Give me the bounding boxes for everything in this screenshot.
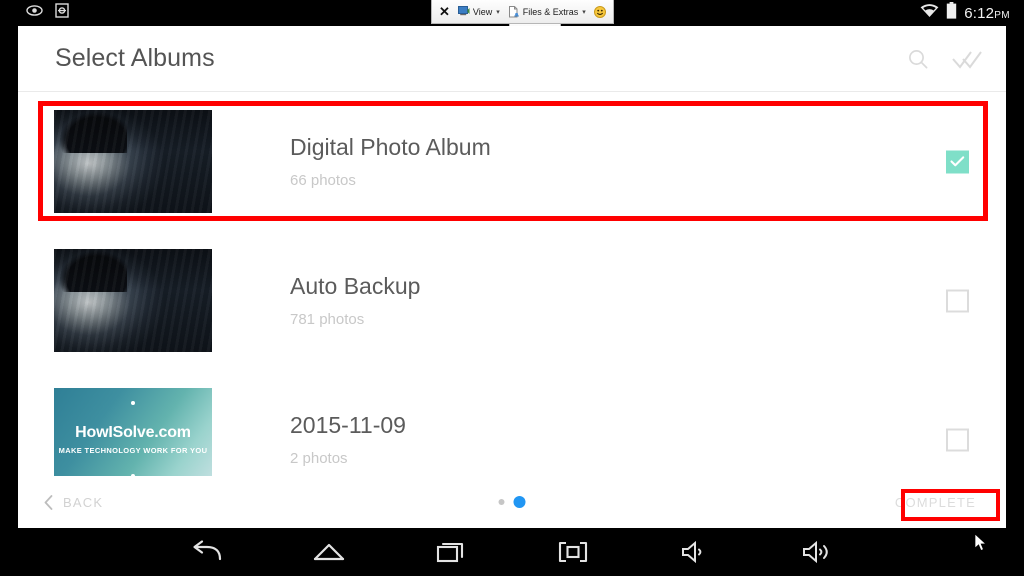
nav-volume-up-icon[interactable]: [756, 528, 878, 576]
page-dot-2-active[interactable]: [513, 496, 526, 508]
album-list: Digital Photo Album 66 photos Auto Backu…: [18, 92, 1006, 509]
banner-sub-text: MAKE TECHNOLOGY WORK FOR YOU: [58, 445, 208, 455]
dark-portrait-thumbnail: [54, 110, 212, 213]
status-bar-right-icons: 6:12PM: [920, 0, 1010, 26]
monitor-icon: [457, 6, 470, 17]
mouse-cursor: [974, 533, 988, 552]
device-screen: 6:12PM ✕ View ▾ Files & Extras ▾ Select …: [0, 0, 1024, 576]
gallery-app-window: Select Albums Digital Photo Album 66 pho…: [18, 26, 1006, 528]
album-photo-count: 66 photos: [290, 172, 356, 190]
nav-back-icon[interactable]: [146, 528, 268, 576]
page-title: Select Albums: [55, 44, 215, 72]
album-text-block: 2015-11-09 2 photos: [290, 412, 406, 468]
back-label: BACK: [63, 494, 104, 510]
album-thumbnail: [54, 249, 212, 352]
album-name: Auto Backup: [290, 272, 421, 299]
wifi-icon: [920, 3, 939, 23]
back-button[interactable]: BACK: [36, 489, 111, 516]
album-photo-count: 2 photos: [290, 450, 348, 468]
nav-home-icon[interactable]: [268, 528, 390, 576]
toolbar-view-label: View: [472, 6, 493, 17]
album-text-block: Auto Backup 781 photos: [290, 273, 420, 329]
album-checkbox-unchecked[interactable]: [946, 289, 969, 312]
screen-share-toolbar[interactable]: ✕ View ▾ Files & Extras ▾: [431, 0, 614, 24]
android-navigation-bar: [0, 528, 1024, 576]
checkbox[interactable]: [946, 289, 969, 312]
album-checkbox-checked[interactable]: [946, 150, 969, 173]
page-indicator-dots: [498, 496, 526, 508]
banner-dot-top: [131, 401, 135, 405]
checkbox[interactable]: [946, 428, 969, 451]
album-thumbnail: [54, 110, 212, 213]
adb-icon: [55, 3, 69, 23]
banner-main-text: HowISolve.com: [75, 423, 191, 441]
album-text-block: Digital Photo Album 66 photos: [290, 134, 491, 190]
album-photo-count: 781 photos: [290, 311, 365, 329]
dark-portrait-thumbnail: [54, 249, 212, 352]
status-bar-left-icons: [26, 0, 69, 26]
clock-time: 6:12: [964, 4, 995, 22]
select-all-icon[interactable]: [952, 48, 982, 70]
page-dot-1[interactable]: [498, 499, 505, 505]
album-name: 2015-11-09: [290, 411, 406, 438]
eye-icon: [26, 4, 43, 22]
search-icon[interactable]: [906, 47, 930, 71]
album-row-auto-backup[interactable]: Auto Backup 781 photos: [18, 231, 1006, 370]
checkbox[interactable]: [946, 150, 969, 173]
nav-volume-down-icon[interactable]: [634, 528, 756, 576]
app-header: Select Albums: [18, 26, 1006, 92]
battery-icon: [946, 2, 957, 24]
nav-recents-icon[interactable]: [390, 528, 512, 576]
toolbar-files-menu[interactable]: Files & Extras ▾: [508, 5, 586, 18]
toolbar-emoji-button[interactable]: [593, 5, 606, 18]
album-row-digital-photo-album[interactable]: Digital Photo Album 66 photos: [18, 92, 1006, 231]
complete-button[interactable]: COMPLETE: [889, 489, 982, 516]
toolbar-files-label: Files & Extras: [522, 6, 579, 17]
toolbar-close-button[interactable]: ✕: [439, 5, 450, 18]
chevron-down-icon: ▾: [582, 8, 586, 16]
header-actions: [906, 26, 982, 92]
chevron-left-icon: [44, 494, 53, 510]
clock-ampm: PM: [994, 9, 1010, 21]
smiley-icon: [593, 5, 606, 18]
nav-fullscreen-icon[interactable]: [512, 528, 634, 576]
close-icon: ✕: [439, 4, 450, 19]
album-name: Digital Photo Album: [290, 133, 491, 160]
status-bar-clock: 6:12PM: [964, 5, 1010, 22]
album-checkbox-unchecked[interactable]: [946, 428, 969, 451]
files-icon: [508, 5, 520, 18]
app-footer: BACK COMPLETE: [18, 476, 1006, 528]
chevron-down-icon: ▾: [496, 8, 500, 16]
toolbar-view-menu[interactable]: View ▾: [457, 6, 500, 17]
